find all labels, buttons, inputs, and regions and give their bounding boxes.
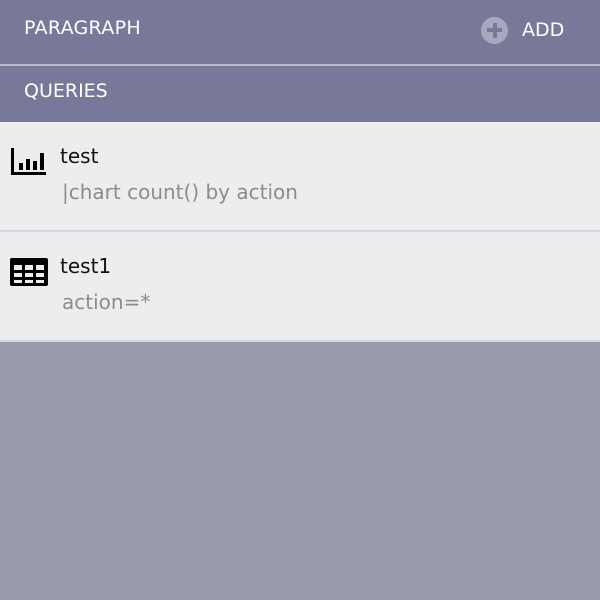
add-button-label[interactable]: ADD: [522, 19, 564, 41]
queries-header: QUERIES: [0, 66, 600, 122]
table-grid-icon: [10, 258, 48, 286]
query-name: test1: [60, 254, 112, 278]
add-button[interactable]: ADD: [481, 15, 564, 45]
paragraph-header: PARAGRAPH ADD: [0, 0, 600, 64]
plus-circle-icon[interactable]: [481, 16, 508, 44]
paragraph-title: PARAGRAPH: [24, 17, 141, 39]
query-list-item[interactable]: test1 action=*: [0, 232, 600, 342]
query-text: |chart count() by action: [62, 180, 298, 204]
query-list-item[interactable]: test |chart count() by action: [0, 122, 600, 232]
query-text: action=*: [62, 290, 151, 314]
query-name: test: [60, 144, 99, 168]
bar-chart-icon: [11, 148, 46, 175]
queries-title: QUERIES: [24, 80, 108, 102]
